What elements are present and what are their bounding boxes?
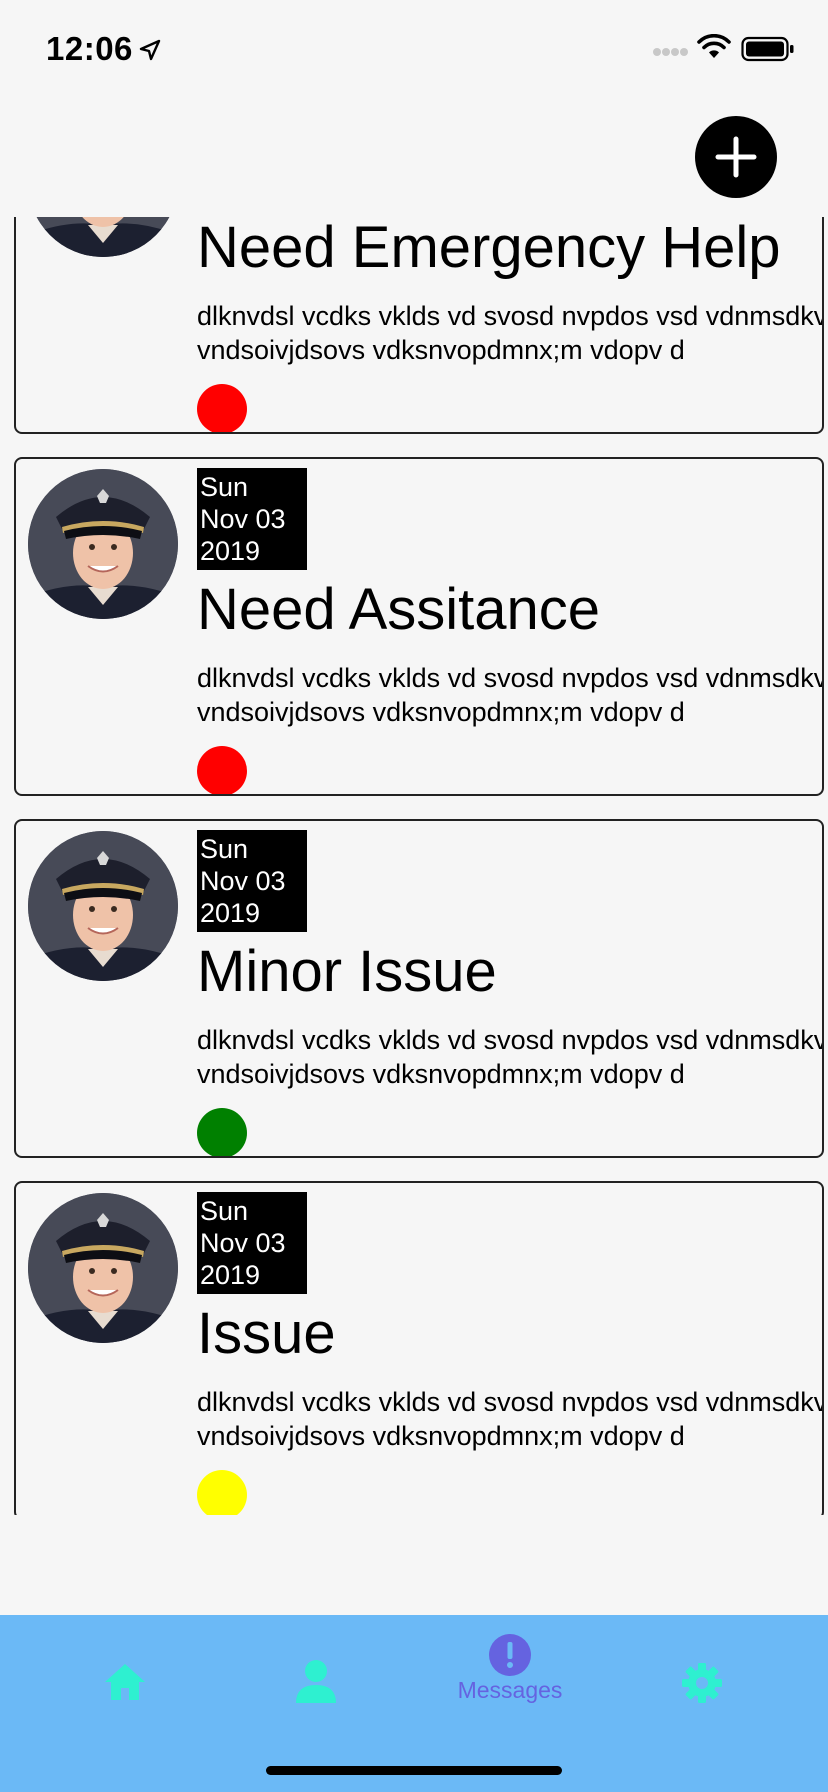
message-body: dlknvdsl vcdks vklds vd svosd nvpdos vsd…: [197, 299, 822, 367]
status-bar: 12:06: [0, 0, 828, 100]
message-body-line: dlknvdsl vcdks vklds vd svosd nvpdos vsd…: [197, 301, 822, 331]
avatar: [28, 1193, 178, 1343]
date-weekday: Sun: [200, 472, 249, 502]
priority-status-dot: [197, 1108, 247, 1156]
message-body-line: dlknvdsl vcdks vklds vd svosd nvpdos vsd…: [197, 1025, 822, 1055]
avatar: [28, 831, 178, 981]
wifi-icon: [697, 34, 731, 58]
officer-portrait-icon: [28, 469, 178, 619]
tab-settings[interactable]: [622, 1615, 782, 1745]
officer-portrait-icon: [28, 217, 178, 257]
priority-status-dot: [197, 746, 247, 794]
person-icon: [296, 1660, 336, 1703]
message-body-line: vndsoivjdsovs vdksnvopdmnx;m vdopv d: [197, 697, 685, 727]
date-label: Sun Nov 03 2019: [197, 1192, 307, 1294]
message-body-line: vndsoivjdsovs vdksnvopdmnx;m vdopv d: [197, 1421, 685, 1451]
date-year: 2019: [200, 536, 261, 566]
avatar: [28, 469, 178, 619]
avatar: [28, 217, 178, 257]
date-label: Sun Nov 03 2019: [197, 468, 307, 570]
message-body: dlknvdsl vcdks vklds vd svosd nvpdos vsd…: [197, 661, 822, 729]
priority-status-dot: [197, 1470, 247, 1515]
priority-status-dot: [197, 384, 247, 432]
tab-profile[interactable]: [237, 1615, 397, 1745]
message-card[interactable]: Sun Nov 03 2019 Minor Issue dlknvdsl vcd…: [14, 819, 824, 1158]
message-title: Need Emergency Help: [197, 217, 781, 280]
date-month-day: Nov 03: [200, 866, 286, 896]
message-body: dlknvdsl vcdks vklds vd svosd nvpdos vsd…: [197, 1023, 822, 1091]
message-title: Issue: [197, 1301, 336, 1366]
add-message-button[interactable]: [695, 116, 777, 198]
message-list-content: Sun Nov 03 2019 Need Emergency Help dlkn…: [0, 217, 828, 1515]
message-body-line: dlknvdsl vcdks vklds vd svosd nvpdos vsd…: [197, 1387, 822, 1417]
message-body-line: vndsoivjdsovs vdksnvopdmnx;m vdopv d: [197, 1059, 685, 1089]
plus-icon: [715, 136, 757, 178]
date-month-day: Nov 03: [200, 504, 286, 534]
message-list[interactable]: Sun Nov 03 2019 Need Emergency Help dlkn…: [0, 217, 828, 1515]
tab-messages[interactable]: Messages: [430, 1615, 590, 1745]
message-body-line: dlknvdsl vcdks vklds vd svosd nvpdos vsd…: [197, 663, 822, 693]
message-card[interactable]: Sun Nov 03 2019 Need Emergency Help dlkn…: [14, 217, 824, 434]
tab-home[interactable]: [45, 1615, 205, 1745]
signal-icon: [653, 48, 688, 56]
message-body-line: vndsoivjdsovs vdksnvopdmnx;m vdopv d: [197, 335, 685, 365]
officer-portrait-icon: [28, 1193, 178, 1343]
date-month-day: Nov 03: [200, 1228, 286, 1258]
exclamation-icon: [489, 1634, 531, 1676]
gear-icon: [682, 1663, 722, 1703]
message-card[interactable]: Sun Nov 03 2019 Issue dlknvdsl vcdks vkl…: [14, 1181, 824, 1515]
message-title: Minor Issue: [197, 939, 497, 1004]
location-arrow-icon: [139, 39, 161, 61]
date-year: 2019: [200, 898, 261, 928]
date-label: Sun Nov 03 2019: [197, 830, 307, 932]
message-body: dlknvdsl vcdks vklds vd svosd nvpdos vsd…: [197, 1385, 822, 1453]
status-time: 12:06: [46, 30, 133, 67]
date-year: 2019: [200, 1260, 261, 1290]
message-title: Need Assitance: [197, 577, 601, 642]
date-weekday: Sun: [200, 1196, 249, 1226]
message-card[interactable]: Sun Nov 03 2019 Need Assitance dlknvdsl …: [14, 457, 824, 796]
home-icon: [105, 1664, 145, 1700]
home-indicator: [266, 1766, 562, 1775]
tab-messages-label: Messages: [457, 1677, 563, 1703]
officer-portrait-icon: [28, 831, 178, 981]
date-weekday: Sun: [200, 834, 249, 864]
battery-icon: [741, 36, 794, 62]
